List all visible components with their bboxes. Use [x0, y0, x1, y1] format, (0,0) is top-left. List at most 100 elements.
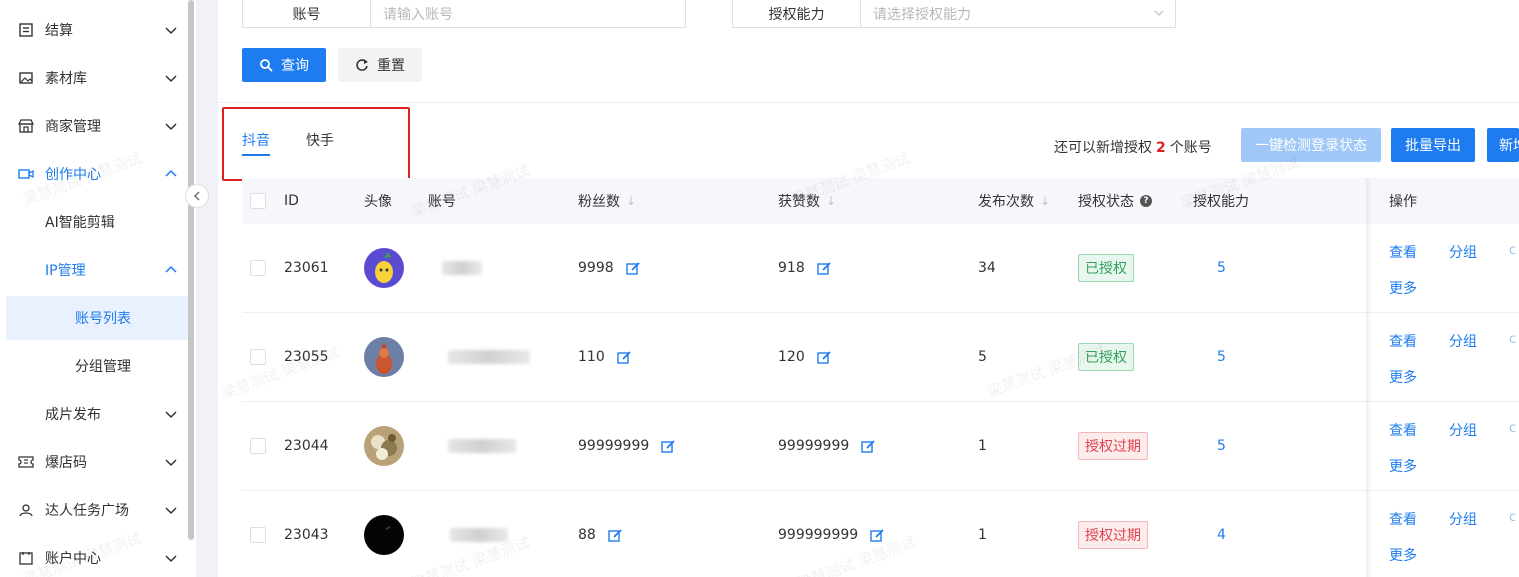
edit-icon[interactable] [661, 439, 676, 454]
cell-id: 23043 [284, 527, 329, 543]
edit-icon[interactable] [617, 350, 632, 365]
header-likes[interactable]: 获赞数 ↓ [778, 178, 836, 224]
capability-filter-label: 授权能力 [733, 0, 861, 27]
edit-icon[interactable] [870, 528, 885, 543]
row-checkbox[interactable] [250, 224, 266, 312]
chevron-down-icon [165, 459, 177, 467]
capability-select[interactable]: 请选择授权能力 [861, 0, 1175, 27]
header-fans[interactable]: 粉丝数 ↓ [578, 178, 636, 224]
more-link[interactable]: 更多 [1389, 367, 1417, 387]
help-icon[interactable]: ? [1140, 195, 1152, 207]
view-link[interactable]: 查看 [1389, 509, 1417, 529]
fans-value: 99999999 [578, 438, 650, 454]
cell-auth-status: 已授权 [1078, 224, 1134, 312]
sidebar-item-publish[interactable]: 成片发布 [0, 390, 188, 438]
row-checkbox[interactable] [250, 313, 266, 401]
header-posts[interactable]: 发布次数 ↓ [978, 178, 1050, 224]
avatar [364, 402, 404, 490]
header-account: 账号 [428, 194, 456, 210]
truncated-action-link[interactable]: c [1509, 243, 1516, 258]
sidebar-item-store-code[interactable]: 爆店码 [0, 438, 188, 486]
group-link[interactable]: 分组 [1449, 509, 1477, 529]
sidebar-item-label: 账户中心 [45, 551, 101, 567]
cell-likes: 120 [778, 313, 832, 401]
view-link[interactable]: 查看 [1389, 420, 1417, 440]
sidebar-item-material[interactable]: 素材库 [0, 54, 188, 102]
cell-capability[interactable]: 5 [1217, 313, 1226, 401]
sidebar-item-creation-center[interactable]: 创作中心 [0, 150, 188, 198]
edit-icon[interactable] [861, 439, 876, 454]
sidebar-item-task-plaza[interactable]: 达人任务广场 [0, 486, 188, 534]
header-auth-status-label: 授权状态 [1078, 194, 1134, 210]
collapse-sidebar-button[interactable] [185, 184, 209, 208]
sidebar-item-account-list[interactable]: 账号列表 [6, 296, 188, 340]
more-link[interactable]: 更多 [1389, 278, 1417, 298]
chevron-up-icon [165, 169, 177, 177]
cell-capability[interactable]: 5 [1217, 224, 1226, 312]
status-badge: 已授权 [1078, 254, 1134, 282]
image-icon [18, 70, 34, 86]
sidebar-item-label: IP管理 [45, 263, 86, 279]
cell-capability[interactable]: 5 [1217, 402, 1226, 490]
check-login-status-label: 一键检测登录状态 [1255, 138, 1367, 154]
quota-prefix: 还可以新增授权 [1054, 140, 1152, 156]
view-link[interactable]: 查看 [1389, 242, 1417, 262]
table-row: 23043 88 999999999 1 授权过期 4 [242, 491, 1519, 577]
truncated-action-link[interactable]: c [1509, 332, 1516, 347]
cell-fans: 9998 [578, 224, 641, 312]
fans-value: 9998 [578, 260, 614, 276]
capability-select-placeholder: 请选择授权能力 [873, 6, 971, 23]
group-link[interactable]: 分组 [1449, 331, 1477, 351]
sidebar-item-account-center[interactable]: 账户中心 [0, 534, 188, 577]
likes-value: 99999999 [778, 438, 850, 454]
sidebar-item-label: 分组管理 [75, 359, 131, 375]
group-link[interactable]: 分组 [1449, 242, 1477, 262]
cell-likes: 999999999 [778, 491, 885, 577]
avatar [364, 491, 404, 577]
row-checkbox[interactable] [250, 402, 266, 490]
group-link[interactable]: 分组 [1449, 420, 1477, 440]
edit-icon[interactable] [625, 261, 641, 276]
cell-posts: 5 [978, 349, 987, 365]
reset-button[interactable]: 重置 [338, 48, 422, 82]
header-fans-label: 粉丝数 [578, 194, 620, 210]
sidebar-item-label: 账号列表 [75, 311, 131, 327]
view-link[interactable]: 查看 [1389, 331, 1417, 351]
truncated-action-link[interactable]: c [1509, 421, 1516, 436]
likes-value: 120 [778, 349, 805, 365]
edit-icon[interactable] [817, 261, 832, 276]
sidebar-item-label: AI智能剪辑 [45, 215, 115, 231]
sidebar-item-label: 素材库 [45, 71, 87, 87]
chevron-down-icon [165, 75, 177, 83]
avatar-image [364, 515, 404, 555]
batch-export-button[interactable]: 批量导出 [1391, 128, 1475, 162]
account-input[interactable]: 请输入账号 [371, 0, 685, 27]
table-row: 23044 99999999 99999999 1 授权过期 5 [242, 402, 1519, 491]
check-login-status-button[interactable]: 一键检测登录状态 [1241, 128, 1381, 162]
sidebar-item-merchant[interactable]: 商家管理 [0, 102, 188, 150]
search-button[interactable]: 查询 [242, 48, 326, 82]
sidebar-item-ai-edit[interactable]: AI智能剪辑 [0, 198, 188, 246]
sidebar-item-settlement[interactable]: 结算 [0, 6, 188, 54]
sidebar-item-group-management[interactable]: 分组管理 [0, 342, 188, 390]
edit-icon[interactable] [608, 528, 623, 543]
more-link[interactable]: 更多 [1389, 456, 1417, 476]
status-badge: 授权过期 [1078, 432, 1148, 460]
more-link[interactable]: 更多 [1389, 545, 1417, 565]
edit-icon[interactable] [817, 350, 832, 365]
quota-text: 还可以新增授权 2 个账号 [1054, 137, 1212, 157]
sidebar-item-ip-management[interactable]: IP管理 [0, 246, 188, 294]
avatar-image [364, 337, 404, 377]
avatar [364, 224, 404, 312]
sidebar: 结算 素材库 商家管理 创作中心 AI智能剪辑 IP管理 账号列表 分组管理 成… [0, 0, 188, 577]
cell-capability[interactable]: 4 [1217, 491, 1226, 577]
sidebar-scrollbar[interactable] [188, 0, 194, 540]
truncated-action-link[interactable]: c [1509, 510, 1516, 525]
checkbox [250, 349, 266, 365]
select-all-checkbox[interactable] [250, 178, 266, 224]
annotation-highlight-box [222, 107, 410, 181]
header-ops: 操作 [1389, 194, 1417, 210]
cell-likes: 99999999 [778, 402, 876, 490]
row-checkbox[interactable] [250, 491, 266, 577]
add-account-button[interactable]: 新增 [1487, 128, 1519, 162]
